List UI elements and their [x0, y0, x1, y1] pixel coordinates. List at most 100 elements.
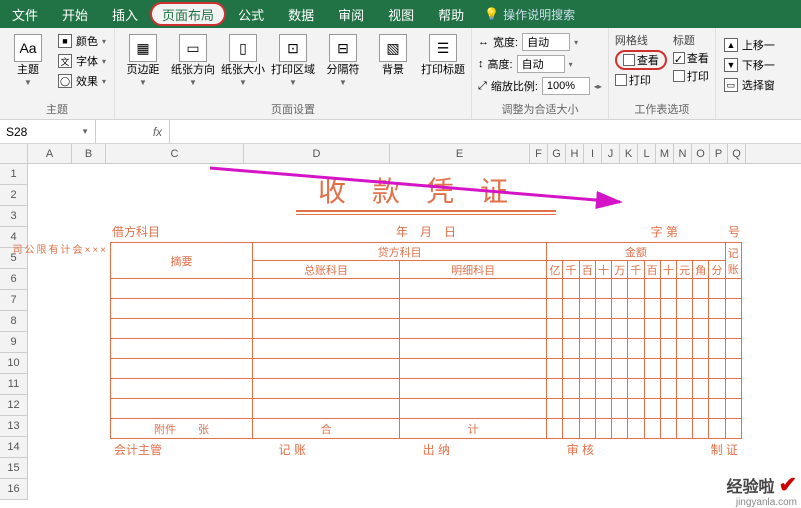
- column-headers: ABCDEFGHIJKLMNOPQ: [0, 144, 801, 164]
- breaks-button[interactable]: ⊟分隔符▼: [321, 32, 365, 99]
- chevron-down-icon: ▼: [81, 127, 89, 136]
- name-box[interactable]: S28 ▼: [0, 120, 96, 143]
- scale-icon: ⤢: [478, 80, 487, 93]
- column-header[interactable]: G: [548, 144, 566, 163]
- tab-home[interactable]: 开始: [50, 0, 100, 28]
- group-label-themes: 主题: [6, 99, 108, 119]
- select-all-corner[interactable]: [0, 144, 28, 163]
- column-header[interactable]: E: [390, 144, 530, 163]
- table-row[interactable]: [111, 379, 742, 399]
- tell-me-search[interactable]: 💡 操作说明搜索: [476, 0, 583, 28]
- group-arrange: ▲上移一 ▼下移一 ▭选择窗: [716, 28, 783, 119]
- width-selector[interactable]: ↔宽度:自动▾: [478, 32, 602, 52]
- tab-review[interactable]: 审阅: [326, 0, 376, 28]
- row-header[interactable]: 2: [0, 185, 28, 206]
- column-header[interactable]: N: [674, 144, 692, 163]
- column-header[interactable]: Q: [728, 144, 746, 163]
- checkbox-icon: [673, 70, 685, 82]
- row-header[interactable]: 1: [0, 164, 28, 185]
- table-row[interactable]: [111, 359, 742, 379]
- column-header[interactable]: F: [530, 144, 548, 163]
- theme-colors-button[interactable]: ■颜色▾: [56, 32, 108, 50]
- table-row[interactable]: [111, 279, 742, 299]
- selection-pane-button[interactable]: ▭选择窗: [722, 76, 777, 94]
- background-button[interactable]: ▧背景: [371, 32, 415, 99]
- table-row[interactable]: [111, 399, 742, 419]
- debit-subject-label: 借方科目: [112, 223, 160, 240]
- row-header[interactable]: 12: [0, 395, 28, 416]
- column-header[interactable]: K: [620, 144, 638, 163]
- height-selector[interactable]: ↕高度:自动▾: [478, 54, 602, 74]
- send-backward-button[interactable]: ▼下移一: [722, 56, 777, 74]
- tab-formulas[interactable]: 公式: [226, 0, 276, 28]
- bring-forward-icon: ▲: [724, 38, 738, 52]
- row-header[interactable]: 9: [0, 332, 28, 353]
- tab-file[interactable]: 文件: [0, 0, 50, 28]
- column-header[interactable]: H: [566, 144, 584, 163]
- column-header[interactable]: I: [584, 144, 602, 163]
- row-header[interactable]: 13: [0, 416, 28, 437]
- print-area-button[interactable]: ⊡打印区域▼: [271, 32, 315, 99]
- fonts-icon: 文: [58, 54, 72, 68]
- tab-help[interactable]: 帮助: [426, 0, 476, 28]
- column-header[interactable]: M: [656, 144, 674, 163]
- column-header[interactable]: L: [638, 144, 656, 163]
- col-gl-subject: 总账科目: [253, 261, 400, 279]
- unit-yuan: 元: [676, 261, 692, 279]
- maker-label: 制 证: [711, 441, 738, 458]
- row-header[interactable]: 7: [0, 290, 28, 311]
- unit-qian: 千: [563, 261, 579, 279]
- row-header[interactable]: 10: [0, 353, 28, 374]
- tab-view[interactable]: 视图: [376, 0, 426, 28]
- gridlines-view-checkbox[interactable]: 查看: [615, 50, 667, 70]
- grid-area[interactable]: ×××会计有限公司 收款凭证 借方科目 年 月 日 字 第 号 摘要 贷方科目: [28, 164, 801, 500]
- col-amount: 金额: [547, 243, 725, 261]
- fx-icon[interactable]: fx: [146, 120, 170, 143]
- margins-icon: ▦: [129, 34, 157, 62]
- bring-forward-button[interactable]: ▲上移一: [722, 36, 777, 54]
- column-header[interactable]: J: [602, 144, 620, 163]
- table-row[interactable]: [111, 299, 742, 319]
- size-button[interactable]: ▯纸张大小▼: [221, 32, 265, 99]
- headings-view-checkbox[interactable]: ✓查看: [673, 50, 709, 66]
- tab-insert[interactable]: 插入: [100, 0, 150, 28]
- row-header[interactable]: 3: [0, 206, 28, 227]
- column-header[interactable]: A: [28, 144, 72, 163]
- check-icon: ✔: [779, 472, 797, 498]
- theme-fonts-button[interactable]: 文字体▾: [56, 52, 108, 70]
- print-titles-icon: ☰: [429, 34, 457, 62]
- table-row[interactable]: [111, 319, 742, 339]
- column-header[interactable]: C: [106, 144, 244, 163]
- row-headers: 12345678910111213141516: [0, 164, 28, 500]
- accounting-supervisor-label: 会计主管: [114, 441, 162, 458]
- headings-print-checkbox[interactable]: 打印: [673, 68, 709, 84]
- gridlines-print-checkbox[interactable]: 打印: [615, 72, 667, 88]
- col-credit-subject: 贷方科目: [253, 243, 547, 261]
- theme-effects-button[interactable]: ◯效果▾: [56, 72, 108, 90]
- tab-page-layout[interactable]: 页面布局: [150, 2, 226, 26]
- height-icon: ↕: [478, 58, 484, 70]
- themes-button[interactable]: Aa 主题 ▼: [6, 32, 50, 99]
- row-header[interactable]: 8: [0, 311, 28, 332]
- column-header[interactable]: D: [244, 144, 390, 163]
- row-header[interactable]: 15: [0, 458, 28, 479]
- column-header[interactable]: O: [692, 144, 710, 163]
- send-backward-icon: ▼: [724, 58, 738, 72]
- ribbon: Aa 主题 ▼ ■颜色▾ 文字体▾ ◯效果▾ 主题 ▦页边距▼ ▭纸张方向▼ ▯…: [0, 28, 801, 120]
- row-header[interactable]: 14: [0, 437, 28, 458]
- group-sheet-options: 网格线 查看 打印 标题 ✓查看 打印 工作表选项: [609, 28, 716, 119]
- column-header[interactable]: P: [710, 144, 728, 163]
- serial-zi-label: 字 第: [651, 223, 678, 240]
- row-header[interactable]: 16: [0, 479, 28, 500]
- group-label-page-setup: 页面设置: [121, 99, 465, 119]
- table-row[interactable]: [111, 339, 742, 359]
- tab-data[interactable]: 数据: [276, 0, 326, 28]
- scale-selector[interactable]: ⤢缩放比例:100%◂▸: [478, 76, 602, 96]
- orientation-button[interactable]: ▭纸张方向▼: [171, 32, 215, 99]
- margins-button[interactable]: ▦页边距▼: [121, 32, 165, 99]
- column-header[interactable]: B: [72, 144, 106, 163]
- formula-input[interactable]: [170, 120, 801, 143]
- row-header[interactable]: 11: [0, 374, 28, 395]
- row-header[interactable]: 6: [0, 269, 28, 290]
- print-titles-button[interactable]: ☰打印标题: [421, 32, 465, 99]
